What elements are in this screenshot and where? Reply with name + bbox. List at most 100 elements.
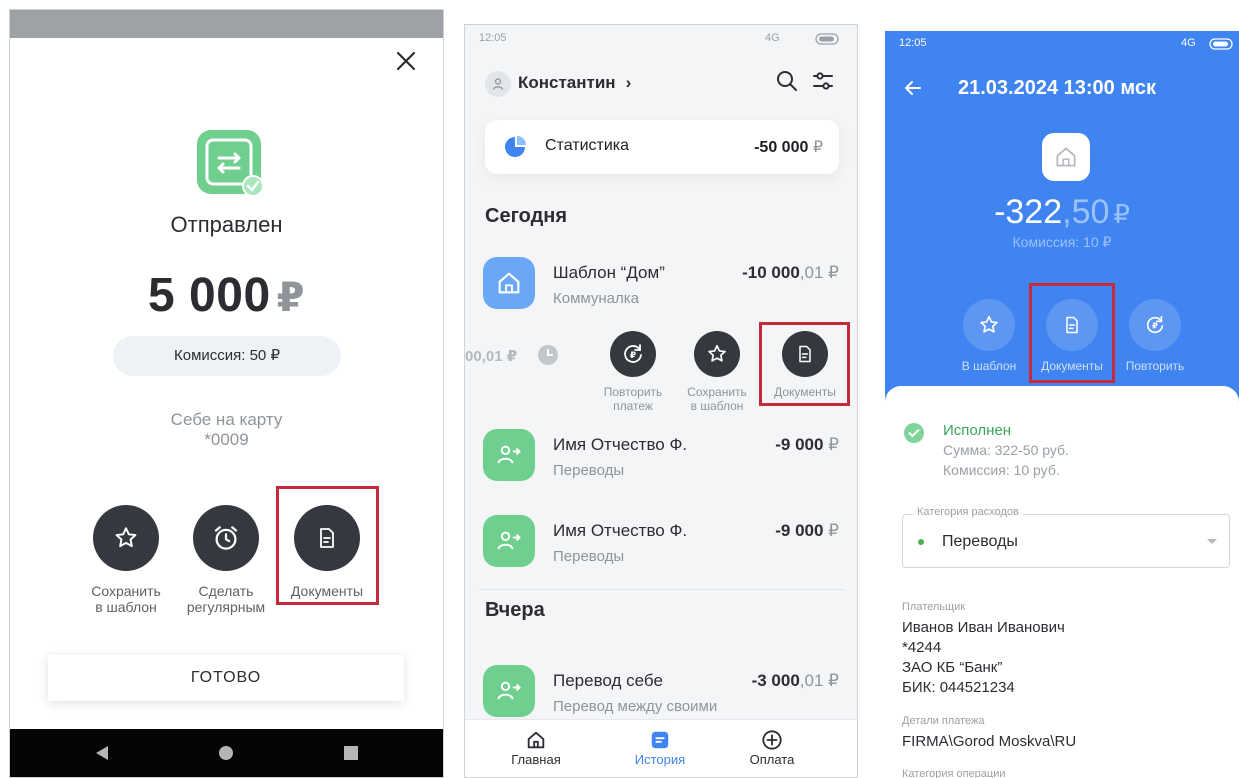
avatar bbox=[483, 515, 535, 567]
divider bbox=[479, 589, 845, 590]
tab-payment-label: Оплата bbox=[749, 752, 795, 767]
star-icon bbox=[708, 344, 726, 362]
list-item[interactable]: Имя Отчество Ф. Переводы -9 000 ₽ bbox=[465, 429, 857, 509]
save-template-label-2: в шаблон bbox=[690, 399, 744, 413]
clock-icon bbox=[538, 345, 558, 365]
item-amount: -9 000 ₽ bbox=[775, 435, 839, 455]
status-network: 4G bbox=[765, 32, 780, 44]
avatar[interactable] bbox=[485, 71, 511, 97]
currency-sign: ₽ bbox=[276, 276, 305, 320]
item-subtitle: Переводы bbox=[553, 462, 625, 479]
destination: Себе на карту *0009 bbox=[10, 410, 443, 450]
search-icon[interactable] bbox=[775, 69, 799, 93]
tab-history-label: История bbox=[634, 752, 686, 767]
payer-name: Иванов Иван Иванович bbox=[902, 619, 1065, 636]
repeat-button[interactable]: ₽ Повторить bbox=[1113, 299, 1197, 373]
payment-details-screen: 12:05 4G 21.03.2024 13:00 мск -322,50 ₽ К… bbox=[885, 31, 1239, 778]
highlight-box bbox=[1029, 283, 1115, 383]
save-template-button[interactable]: В шаблон bbox=[947, 299, 1031, 373]
category-value: Переводы bbox=[942, 533, 1018, 550]
statistics-currency: ₽ bbox=[812, 139, 823, 156]
item-subtitle: Перевод между своими bbox=[553, 698, 718, 715]
home-icon bbox=[527, 731, 545, 749]
make-regular-button[interactable]: Сделать регулярным bbox=[171, 505, 281, 615]
home-nav-icon[interactable] bbox=[218, 745, 234, 761]
status-text: Исполнен bbox=[943, 422, 1012, 439]
battery-icon bbox=[815, 33, 839, 45]
list-item[interactable]: Имя Отчество Ф. Переводы -9 000 ₽ bbox=[465, 515, 857, 595]
filter-icon[interactable] bbox=[811, 69, 835, 93]
alarm-clock-icon bbox=[214, 526, 238, 550]
tab-main-label: Главная bbox=[511, 752, 561, 767]
section-yesterday: Вчера bbox=[485, 599, 545, 621]
amount-integer: -9 000 bbox=[775, 521, 824, 540]
close-icon[interactable] bbox=[395, 50, 417, 72]
swiped-amount: 00,01 ₽ bbox=[465, 348, 518, 365]
repeat-label: Повторить bbox=[1125, 359, 1185, 373]
item-title: Перевод себе bbox=[553, 671, 663, 690]
currency-sign: ₽ bbox=[828, 435, 839, 454]
repeat-ruble-icon: ₽ bbox=[1146, 315, 1164, 334]
payer-account: *4244 bbox=[902, 639, 942, 656]
save-template-label-2: в шаблон bbox=[95, 599, 157, 615]
category-dot bbox=[918, 539, 924, 545]
save-template-label: В шаблон bbox=[961, 359, 1017, 373]
tab-history[interactable]: История bbox=[615, 728, 705, 767]
recents-nav-icon[interactable] bbox=[343, 745, 359, 761]
category-legend: Категория расходов bbox=[913, 506, 1023, 518]
repeat-payment-button[interactable]: ₽ Повторить платеж bbox=[595, 331, 671, 413]
statistics-value: -50 000 ₽ bbox=[754, 137, 823, 157]
chevron-right-icon: › bbox=[625, 73, 632, 92]
item-title: Шаблон “Дом” bbox=[553, 263, 665, 282]
status-network: 4G bbox=[1181, 37, 1196, 49]
android-nav-bar bbox=[10, 729, 443, 777]
save-template-button[interactable]: Сохранить в шаблон bbox=[679, 331, 755, 413]
amount-fraction: ,50 bbox=[1062, 193, 1110, 231]
amount-value: 5 000 bbox=[148, 269, 271, 322]
transfer-success-icon bbox=[197, 130, 264, 197]
done-button[interactable]: ГОТОВО bbox=[48, 655, 404, 701]
amount-kopecks: ,01 bbox=[799, 671, 824, 690]
make-regular-label-1: Сделать bbox=[198, 583, 254, 599]
statistics-label: Статистика bbox=[545, 137, 630, 154]
item-subtitle: Коммуналка bbox=[553, 290, 639, 307]
svg-text:₽: ₽ bbox=[1152, 321, 1158, 331]
save-template-label-1: Сохранить bbox=[91, 583, 161, 599]
person-transfer-icon bbox=[497, 445, 521, 464]
payment-amount: 5 000 ₽ bbox=[10, 268, 443, 323]
make-regular-label-2: регулярным bbox=[186, 599, 266, 615]
star-icon bbox=[980, 315, 998, 333]
avatar bbox=[483, 257, 535, 309]
amount-integer: -3 000 bbox=[751, 671, 800, 690]
chevron-down-icon bbox=[1207, 539, 1217, 544]
back-nav-icon[interactable] bbox=[94, 744, 110, 762]
back-arrow-icon[interactable] bbox=[903, 78, 923, 98]
currency-sign: ₽ bbox=[828, 263, 839, 282]
currency-sign: ₽ bbox=[828, 671, 839, 690]
profile-link[interactable]: Константин › bbox=[518, 73, 631, 93]
item-title: Имя Отчество Ф. bbox=[553, 521, 688, 540]
payer-bank: ЗАО КБ “Банк” bbox=[902, 659, 1003, 676]
fee-badge: Комиссия: 50 ₽ bbox=[113, 336, 341, 376]
tab-payment[interactable]: Оплата bbox=[727, 728, 817, 767]
status-title: Отправлен bbox=[170, 212, 283, 237]
statistics-card[interactable]: Статистика -50 000 ₽ bbox=[485, 120, 839, 174]
person-transfer-icon bbox=[497, 531, 521, 550]
amount-integer: -10 000 bbox=[742, 263, 800, 282]
tab-main[interactable]: Главная bbox=[491, 728, 581, 767]
save-template-button[interactable]: Сохранить в шаблон bbox=[71, 505, 181, 615]
status-sum: Сумма: 322-50 руб. bbox=[943, 442, 1069, 458]
details-value: FIRMA\Gorod Moskva\RU bbox=[902, 733, 1077, 750]
plus-circle-icon bbox=[762, 730, 782, 750]
user-icon bbox=[492, 78, 504, 90]
page-title: 21.03.2024 13:00 мск bbox=[958, 77, 1157, 99]
status-bar: 12:05 4G bbox=[465, 25, 857, 51]
home-icon bbox=[498, 272, 520, 294]
bottom-tab-bar: Главная История Оплата bbox=[465, 719, 857, 777]
item-amount: -3 000,01 ₽ bbox=[752, 671, 839, 691]
category-avatar bbox=[1042, 133, 1090, 181]
highlight-box bbox=[759, 322, 850, 406]
user-name: Константин bbox=[518, 73, 616, 92]
person-transfer-icon bbox=[497, 681, 521, 700]
statistics-amount: -50 000 bbox=[754, 139, 809, 156]
